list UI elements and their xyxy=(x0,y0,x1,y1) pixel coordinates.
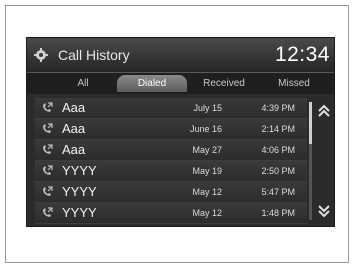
list-item[interactable]: YYYY May 19 2:50 PM xyxy=(35,161,307,182)
tab-bar: All Dialed Received Missed xyxy=(27,73,334,94)
call-date: June 16 xyxy=(189,124,222,134)
list-item[interactable]: YYYY May 12 5:47 PM xyxy=(35,182,307,203)
tab-all[interactable]: All xyxy=(57,75,109,92)
double-chevron-down-icon[interactable] xyxy=(317,204,331,218)
call-history-screen: Call History 12:34 All Dialed Received M… xyxy=(26,37,335,227)
phone-outgoing-icon xyxy=(43,144,53,154)
tab-received[interactable]: Received xyxy=(189,75,259,92)
list-item[interactable]: Aaa May 27 4:06 PM xyxy=(35,140,307,161)
phone-outgoing-icon xyxy=(43,207,53,217)
call-list: Aaa July 15 4:39 PM Aaa June 16 2:14 PM … xyxy=(35,98,307,224)
call-date: May 27 xyxy=(192,145,222,155)
call-date: May 12 xyxy=(192,187,222,197)
call-time: 4:39 PM xyxy=(261,103,295,113)
gear-icon[interactable] xyxy=(34,48,48,62)
call-time: 2:50 PM xyxy=(261,166,295,176)
phone-outgoing-icon xyxy=(43,102,53,112)
scrollbar-thumb[interactable] xyxy=(309,102,312,144)
list-item[interactable]: Aaa July 15 4:39 PM xyxy=(35,98,307,119)
title-bar: Call History 12:34 xyxy=(27,38,334,73)
call-time: 5:47 PM xyxy=(261,187,295,197)
page-title: Call History xyxy=(58,47,130,63)
caller-name: Aaa xyxy=(62,121,86,136)
call-time: 4:06 PM xyxy=(261,145,295,155)
clock: 12:34 xyxy=(274,43,330,66)
call-time: 2:14 PM xyxy=(261,124,295,134)
caller-name: Aaa xyxy=(62,142,86,157)
double-chevron-up-icon[interactable] xyxy=(317,104,331,118)
call-date: July 15 xyxy=(193,103,222,113)
phone-outgoing-icon xyxy=(43,165,53,175)
caller-name: YYYY xyxy=(62,163,97,178)
caller-name: Aaa xyxy=(62,100,86,115)
phone-outgoing-icon xyxy=(43,186,53,196)
caller-name: YYYY xyxy=(62,205,97,220)
phone-outgoing-icon xyxy=(43,123,53,133)
call-date: May 19 xyxy=(192,166,222,176)
tab-dialed[interactable]: Dialed xyxy=(117,75,187,92)
list-item[interactable]: YYYY May 12 1:48 PM xyxy=(35,203,307,224)
list-item[interactable]: Aaa June 16 2:14 PM xyxy=(35,119,307,140)
tab-missed[interactable]: Missed xyxy=(261,75,327,92)
call-time: 1:48 PM xyxy=(261,208,295,218)
call-date: May 12 xyxy=(192,208,222,218)
caller-name: YYYY xyxy=(62,184,97,199)
